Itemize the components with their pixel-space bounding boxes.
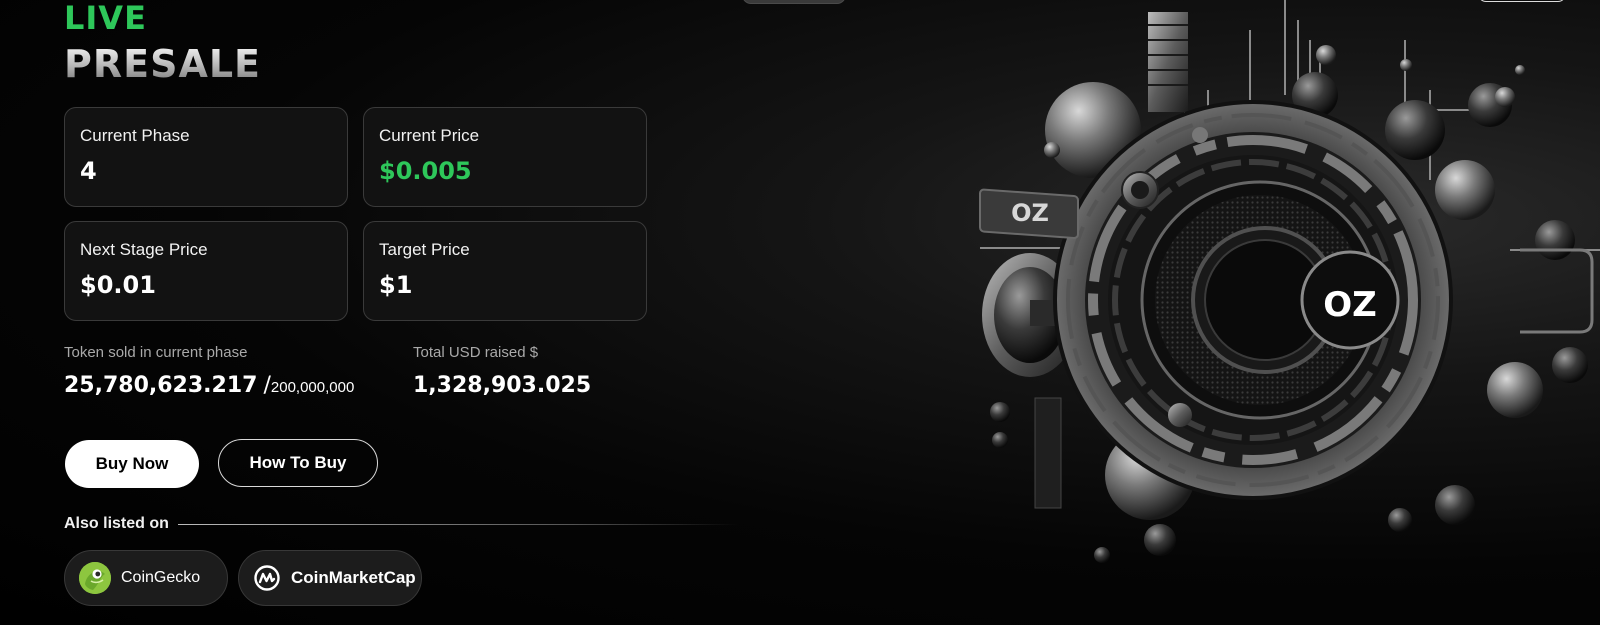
usd-raised-label: Total USD raised $ bbox=[413, 344, 539, 361]
live-heading: LIVE bbox=[64, 0, 147, 37]
divider bbox=[178, 524, 738, 525]
coingecko-label: CoinGecko bbox=[121, 569, 201, 586]
also-listed-heading: Also listed on bbox=[64, 515, 169, 532]
coinmarketcap-link[interactable]: CoinMarketCap bbox=[238, 550, 422, 606]
buy-now-button[interactable]: Buy Now bbox=[65, 440, 199, 488]
current-price-card: Current Price $0.005 bbox=[363, 107, 647, 207]
current-phase-value: 4 bbox=[80, 157, 97, 185]
core-logo-text: OZ bbox=[1323, 285, 1377, 325]
tokens-sold-value: 25,780,623.217/200,000,000 bbox=[64, 373, 354, 401]
target-price-value: $1 bbox=[379, 271, 413, 299]
tokens-sold-total: 200,000,000 bbox=[270, 379, 355, 396]
next-stage-price-label: Next Stage Price bbox=[80, 240, 208, 259]
current-price-label: Current Price bbox=[379, 126, 480, 145]
nav-pill[interactable] bbox=[742, 0, 846, 4]
coingecko-icon bbox=[79, 562, 111, 594]
current-price-value: $0.005 bbox=[379, 157, 472, 185]
current-phase-card: Current Phase 4 bbox=[64, 107, 348, 207]
target-price-card: Target Price $1 bbox=[363, 221, 647, 321]
usd-raised-value: 1,328,903.025 bbox=[413, 373, 592, 398]
coinmarketcap-label: CoinMarketCap bbox=[291, 568, 416, 587]
cylinder-stack bbox=[1148, 12, 1188, 112]
how-to-buy-button[interactable]: How To Buy bbox=[218, 439, 378, 487]
next-stage-price-value: $0.01 bbox=[80, 271, 156, 299]
oz-badge: OZ bbox=[979, 188, 1079, 239]
badge-text: OZ bbox=[1011, 199, 1049, 227]
coingecko-link[interactable]: CoinGecko bbox=[64, 550, 228, 606]
presale-page: LIVE PRESALE Current Phase 4 Current Pri… bbox=[0, 0, 1600, 625]
presale-heading: PRESALE bbox=[64, 42, 262, 86]
current-phase-label: Current Phase bbox=[80, 126, 190, 145]
tokens-sold-separator: / bbox=[263, 373, 271, 398]
next-stage-price-card: Next Stage Price $0.01 bbox=[64, 221, 348, 321]
main-body: OZ bbox=[1053, 100, 1453, 500]
tokens-sold-amount: 25,780,623.217 bbox=[64, 373, 258, 398]
coinmarketcap-icon bbox=[253, 564, 281, 592]
tokens-sold-label: Token sold in current phase bbox=[64, 344, 248, 361]
oz-sphere-artwork: OZ OZ bbox=[979, 0, 1600, 563]
target-price-label: Target Price bbox=[379, 240, 470, 259]
